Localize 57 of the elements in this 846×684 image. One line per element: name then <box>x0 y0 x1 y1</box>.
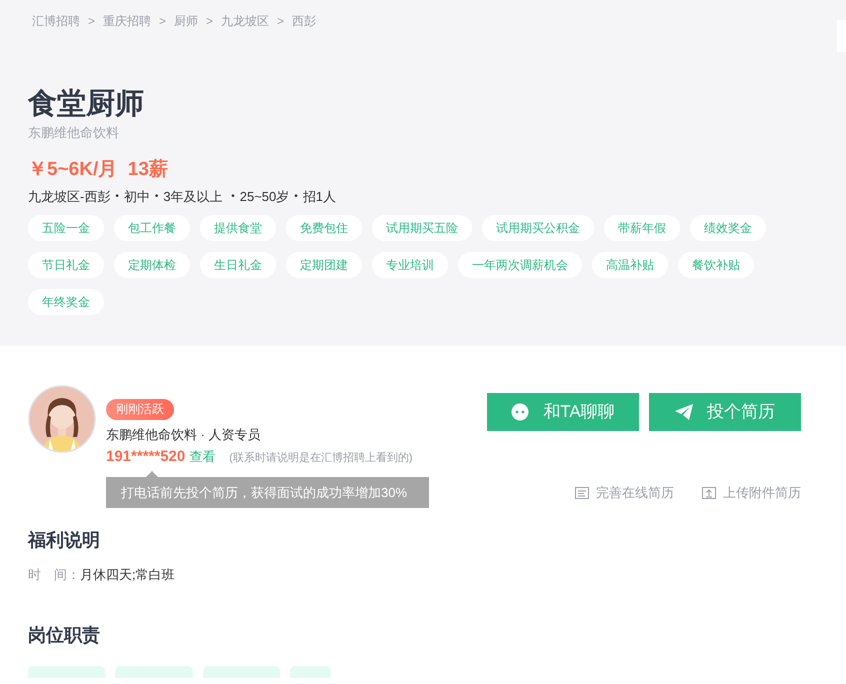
breadcrumb-separator: > <box>159 13 166 30</box>
breadcrumb-separator: > <box>88 13 96 30</box>
job-attribute: 九龙坡区-西彭 <box>28 188 110 206</box>
recruiter-name: 东鹏维他命饮料 · 人资专员 <box>106 426 262 444</box>
job-attribute: 招1人 <box>302 188 336 206</box>
benefit-tag: 绩效奖金 <box>690 215 766 241</box>
view-link[interactable]: 查看 <box>189 446 216 468</box>
breadcrumb-separator: > <box>277 13 284 30</box>
bullet-separator: • <box>115 190 119 204</box>
company-name: 东鹏维他命饮料 <box>28 124 120 142</box>
benefit-tag: 餐饮补贴 <box>678 252 754 278</box>
benefit-tag: 定期团建 <box>286 252 362 278</box>
upload-icon <box>702 486 716 499</box>
phone-number: 191*****520 <box>106 447 186 467</box>
job-attribute: 25~50岁 <box>240 188 290 206</box>
job-attribute: 3年及以上 <box>163 188 224 206</box>
breadcrumb-separator: > <box>206 13 214 30</box>
salary: ￥5~6K/月 13薪 <box>28 158 169 182</box>
chat-button[interactable]: 和TA聊聊 <box>487 393 639 431</box>
breadcrumb-link[interactable]: 厨师 <box>174 12 198 30</box>
breadcrumb-link[interactable]: 重庆招聘 <box>103 12 152 30</box>
benefit-tag: 节日礼金 <box>28 252 104 278</box>
benefit-tag: 高温补贴 <box>592 252 668 278</box>
section-title: 岗位职责 <box>28 624 101 647</box>
bullet-separator: • <box>154 190 158 204</box>
benefit-tag: 五险一金 <box>28 215 104 241</box>
job-attribute: 初中 <box>124 188 150 206</box>
benefit-tag: 专业培训 <box>372 252 448 278</box>
benefit-tag: 试用期买五险 <box>372 215 472 241</box>
benefit-tag: 一年两次调薪机会 <box>458 252 582 278</box>
benefit-tag: 带薪年假 <box>604 215 680 241</box>
bullet-separator: • <box>231 190 235 204</box>
paper-plane-icon <box>675 404 693 420</box>
breadcrumb-link[interactable]: 西彭 <box>292 12 316 30</box>
apply-button[interactable]: 投个简历 <box>649 393 801 431</box>
breadcrumb-link[interactable]: 九龙坡区 <box>221 12 270 30</box>
field-label: 时 间： <box>28 566 80 584</box>
benefit-tag: 提供食堂 <box>200 215 276 241</box>
tag-chip <box>290 666 331 678</box>
online-resume-link[interactable]: 完善在线简历 <box>575 483 674 502</box>
breadcrumb-link[interactable]: 汇博招聘 <box>32 12 80 30</box>
document-icon <box>575 486 589 499</box>
bullet-separator: • <box>294 190 298 204</box>
benefit-tag: 年终奖金 <box>28 289 104 315</box>
tooltip: 打电话前先投个简历，获得面试的成功率增加30% <box>106 477 429 508</box>
active-badge: 刚刚活跃 <box>106 399 174 420</box>
benefit-tag: 免费包住 <box>286 215 362 241</box>
job-title: 食堂厨师 <box>28 87 145 122</box>
upload-resume-link[interactable]: 上传附件简历 <box>702 483 801 502</box>
section-title: 福利说明 <box>28 529 101 552</box>
chat-icon <box>511 403 530 421</box>
field-value: 月休四天;常白班 <box>80 566 175 584</box>
benefit-tag: 生日礼金 <box>200 252 276 278</box>
benefit-tag: 包工作餐 <box>114 215 190 241</box>
benefit-tag: 定期体检 <box>114 252 190 278</box>
contact-note: (联系时请说明是在汇博招聘上看到的) <box>229 450 413 466</box>
benefit-tag: 试用期买公积金 <box>482 215 594 241</box>
